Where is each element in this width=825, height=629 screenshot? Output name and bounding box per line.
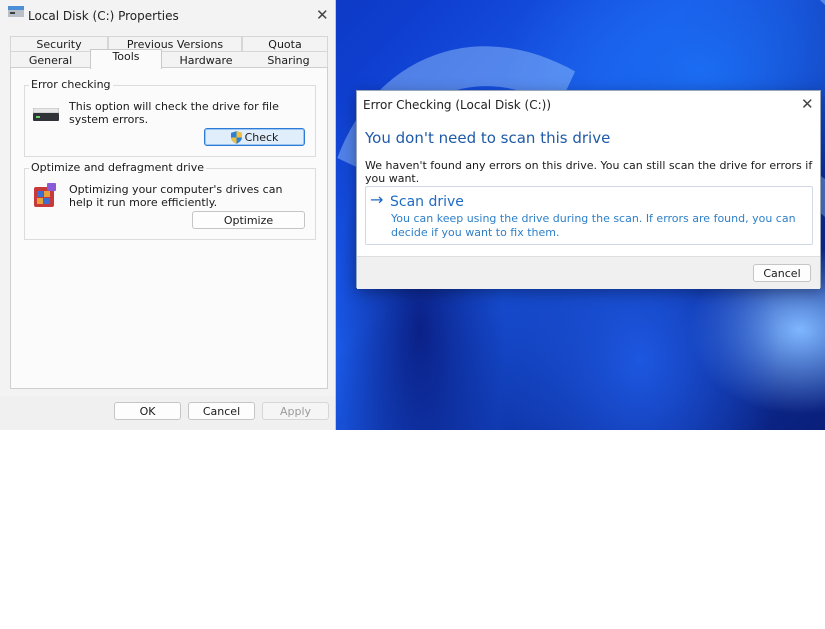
dialog-footer: Cancel xyxy=(357,256,820,289)
tools-tab-panel: Error checking This option will check th… xyxy=(10,67,328,389)
dialog-title: Error Checking (Local Disk (C:)) xyxy=(363,98,552,112)
optimize-button[interactable]: Optimize xyxy=(192,211,305,229)
close-icon[interactable]: ✕ xyxy=(316,8,329,23)
scan-drive-note: You can keep using the drive during the … xyxy=(391,212,796,239)
tab-sharing[interactable]: Sharing xyxy=(250,51,328,67)
dialog-close-icon[interactable]: ✕ xyxy=(801,97,814,112)
optimize-legend: Optimize and defragment drive xyxy=(29,161,206,174)
optimize-description: Optimizing your computer's drives can he… xyxy=(69,183,283,209)
error-checking-group: Error checking This option will check th… xyxy=(24,78,316,157)
properties-footer: OK Cancel Apply xyxy=(0,396,335,430)
tab-quota[interactable]: Quota xyxy=(242,36,328,51)
tab-tools[interactable]: Tools xyxy=(90,49,162,69)
dialog-cancel-button[interactable]: Cancel xyxy=(753,264,811,282)
drive-app-icon xyxy=(8,6,24,17)
dialog-heading: You don't need to scan this drive xyxy=(365,129,611,147)
error-checking-description: This option will check the drive for fil… xyxy=(69,100,279,126)
check-button[interactable]: Check xyxy=(204,128,305,146)
properties-window: Local Disk (C:) Properties ✕ Security Pr… xyxy=(0,0,336,430)
defrag-icon xyxy=(34,183,56,207)
dialog-message: We haven't found any errors on this driv… xyxy=(365,159,813,185)
shield-icon xyxy=(230,130,242,144)
error-checking-dialog: Error Checking (Local Disk (C:)) ✕ You d… xyxy=(356,90,821,289)
error-checking-legend: Error checking xyxy=(29,78,113,91)
ok-button[interactable]: OK xyxy=(114,402,181,420)
scan-drive-command-link[interactable]: → Scan drive You can keep using the driv… xyxy=(365,186,813,245)
arrow-right-icon: → xyxy=(370,190,384,209)
tab-general[interactable]: General xyxy=(10,51,90,67)
drive-icon xyxy=(33,108,59,121)
apply-button[interactable]: Apply xyxy=(262,402,329,420)
cancel-button[interactable]: Cancel xyxy=(188,402,255,420)
scan-drive-label: Scan drive xyxy=(390,194,464,210)
optimize-group: Optimize and defragment drive Optimizing… xyxy=(24,161,316,240)
tab-hardware[interactable]: Hardware xyxy=(162,51,250,67)
properties-titlebar: Local Disk (C:) Properties ✕ xyxy=(0,0,335,30)
properties-title: Local Disk (C:) Properties xyxy=(28,9,179,23)
